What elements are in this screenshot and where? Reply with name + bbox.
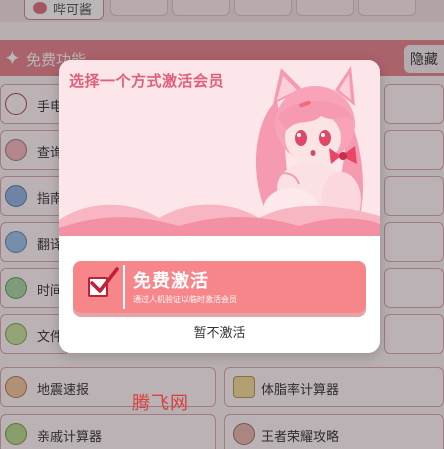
button-divider	[123, 265, 125, 309]
activate-title: 免费激活	[133, 271, 209, 292]
skip-activation-link[interactable]: 暂不激活	[59, 322, 380, 341]
dialog-banner: 选择一个方式激活会员	[59, 60, 380, 236]
checkmark-icon	[90, 267, 119, 293]
free-activate-button[interactable]: 免费激活 通过人机验证以临时激活会员	[73, 261, 366, 313]
activate-subtitle: 通过人机验证以临时激活会员	[133, 295, 237, 304]
activation-dialog: 选择一个方式激活会员 免费激活 通过人机验证以临时激活会员 暂不激活	[59, 60, 380, 353]
site-watermark: 腾飞网	[132, 393, 189, 414]
dialog-title: 选择一个方式激活会员	[69, 72, 225, 90]
